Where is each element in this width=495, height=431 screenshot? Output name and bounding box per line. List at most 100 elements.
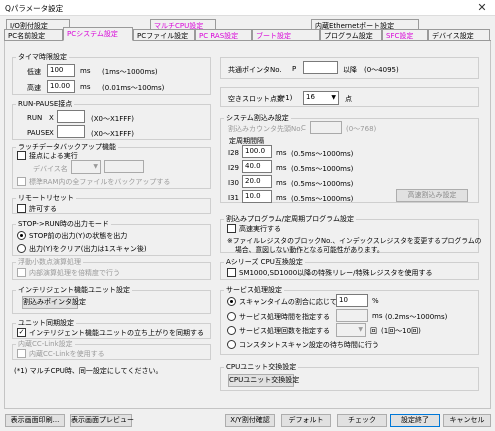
finish-button[interactable]: 設定終了 [390, 414, 440, 427]
interval-input-i29[interactable]: 40.0 [242, 160, 272, 173]
module-sync-checkbox[interactable]: ✓ [17, 328, 26, 337]
cclink-label: 内蔵CC-Linkを使用する [29, 350, 105, 358]
service-radio-ratio[interactable] [227, 297, 236, 306]
interval-unit: ms [276, 149, 287, 157]
timer-low-unit: ms [80, 67, 91, 75]
a-series-label: SM1000,SD1000以降の特殊リレー/特殊レジスタを使用する [239, 269, 433, 277]
module-sync-label: インテリジェント機能ユニットの立ち上がりを同期する [29, 329, 204, 337]
title-bar: Qパラメータ設定 ✕ [0, 0, 495, 16]
cancel-button[interactable]: キャンセル [443, 414, 491, 427]
common-pointer-input[interactable] [303, 61, 338, 74]
fast-interrupt-button[interactable]: 高速割込み設定 [396, 189, 468, 202]
interrupt-pointer-button[interactable]: 割込みポインタ設定 [22, 296, 86, 309]
float-calc-title: 浮動小数点演算処理 [16, 257, 83, 267]
run-label: RUN [27, 114, 43, 122]
pause-x-label: X [49, 129, 54, 137]
a-series-checkbox[interactable] [227, 268, 236, 277]
service-count-label: サービス処理回数を指定する [239, 327, 330, 335]
counter-c: C [301, 124, 306, 132]
high-speed-exec-label: 高速実行する [239, 225, 281, 233]
service-radio-constant[interactable] [227, 340, 236, 349]
cclink-title: 内蔵CC-Link設定 [16, 339, 75, 349]
service-time-label: サービス処理時間を指定する [239, 313, 330, 321]
interval-input-i31[interactable]: 10.0 [242, 190, 272, 203]
service-time-range: (0.2ms～1000ms) [385, 313, 448, 321]
cclink-checkbox[interactable] [17, 349, 26, 358]
pause-contact-input[interactable] [57, 125, 85, 138]
empty-slot-unit: 点 [345, 95, 352, 103]
timer-high-label: 高速 [27, 84, 41, 92]
default-button[interactable]: デフォルト [281, 414, 331, 427]
a-series-title: Aシリーズ CPU互換設定 [224, 257, 305, 267]
tab-pc-system[interactable]: PCシステム設定 [63, 27, 133, 41]
service-count-select[interactable]: ▼ [336, 323, 366, 337]
latch-exec-checkbox[interactable] [17, 151, 26, 160]
interval-name: I29 [228, 164, 239, 172]
interval-range: (0.5ms～1000ms) [291, 180, 354, 188]
print-button[interactable]: 表示画面印刷... [5, 414, 65, 427]
service-radio-count[interactable] [227, 326, 236, 335]
common-pointer-label: 共通ポインタNo. [228, 66, 282, 74]
service-title: サービス処理設定 [224, 285, 284, 295]
run-x-range: (X0～X1FFF) [91, 115, 135, 123]
cpu-change-button[interactable]: CPUユニット交換設定 [228, 374, 299, 387]
footnote: (*1) マルチCPU時、同一設定にしてください。 [14, 367, 163, 375]
intelligent-title: インテリジェント機能ユニット設定 [16, 285, 132, 295]
sys-interrupt-title: システム割込み設定 [224, 113, 291, 123]
remote-reset-label: 許可する [29, 205, 57, 213]
stop-run-radio-output[interactable] [17, 231, 26, 240]
preview-button[interactable]: 表示画面プレビュー [70, 414, 134, 427]
service-ratio-input[interactable]: 10 [336, 294, 368, 307]
empty-slot-select[interactable]: 16 ▼ [303, 91, 339, 105]
interrupt-prog-title: 割込みプログラム/定周期プログラム設定 [224, 214, 356, 224]
float-calc-checkbox[interactable] [17, 268, 26, 277]
window-title: Qパラメータ設定 [5, 4, 64, 13]
service-radio-time[interactable] [227, 312, 236, 321]
service-ratio-unit: % [372, 297, 379, 305]
empty-slot-note: (*1) [279, 94, 293, 102]
pause-x-range: (X0～X1FFF) [91, 130, 135, 138]
run-contact-input[interactable] [57, 110, 85, 123]
high-speed-exec-checkbox[interactable] [227, 224, 236, 233]
interval-range: (0.5ms～1000ms) [291, 150, 354, 158]
timer-high-range: (0.01ms～100ms) [102, 84, 165, 92]
stop-run-radio-clear[interactable] [17, 244, 26, 253]
service-count-unit: 回 [370, 327, 377, 335]
check-button[interactable]: チェック [337, 414, 387, 427]
remote-reset-checkbox[interactable] [17, 204, 26, 213]
service-time-unit: ms [372, 312, 383, 320]
stop-run-title: STOP->RUN時の出力モード [16, 219, 111, 229]
xy-assignment-button[interactable]: X/Y割付確認 [225, 414, 275, 427]
remote-reset-title: リモートリセット [16, 193, 76, 203]
chevron-down-icon: ▼ [331, 94, 336, 101]
timer-low-label: 低速 [27, 68, 41, 76]
module-sync-title: ユニット同期設定 [16, 318, 76, 328]
service-time-input[interactable] [336, 309, 368, 322]
interval-input-i28[interactable]: 100.0 [242, 145, 272, 158]
latch-backup-checkbox[interactable] [17, 177, 26, 186]
cpu-change-title: CPUユニット交換設定 [224, 362, 299, 372]
chevron-down-icon: ▼ [358, 326, 363, 333]
service-constant-label: コンスタントスキャン設定の待ち時間に行う [239, 341, 379, 349]
interval-input-i30[interactable]: 20.0 [242, 175, 272, 188]
service-count-range: (1回～10回) [381, 327, 421, 335]
timer-high-input[interactable]: 10.00 [47, 80, 75, 93]
timer-title: タイマ時限設定 [16, 52, 69, 62]
interval-unit: ms [276, 164, 287, 172]
empty-slot-label: 空きスロット点数 [228, 95, 284, 103]
latch-device-input[interactable] [104, 160, 144, 173]
common-pointer-range: (0～4095) [364, 66, 399, 74]
timer-low-input[interactable]: 100 [47, 64, 75, 77]
interval-range: (0.5ms～1000ms) [291, 165, 354, 173]
latch-device-select[interactable]: ▼ [71, 160, 101, 174]
float-calc-label: 内部演算処理を倍精度で行う [29, 269, 120, 277]
counter-label: 割込みカウンタ先頭No. [228, 125, 303, 133]
close-icon[interactable]: ✕ [469, 0, 495, 16]
timer-high-unit: ms [80, 83, 91, 91]
interrupt-note-2: 場合、意図しない動作となる可能性があります。 [235, 246, 384, 254]
service-ratio-label: スキャンタイムの割合に応じて行う [239, 298, 351, 306]
interval-unit: ms [276, 179, 287, 187]
counter-input[interactable] [310, 121, 342, 134]
counter-range: (0～768) [346, 125, 377, 133]
interval-name: I31 [228, 194, 239, 202]
